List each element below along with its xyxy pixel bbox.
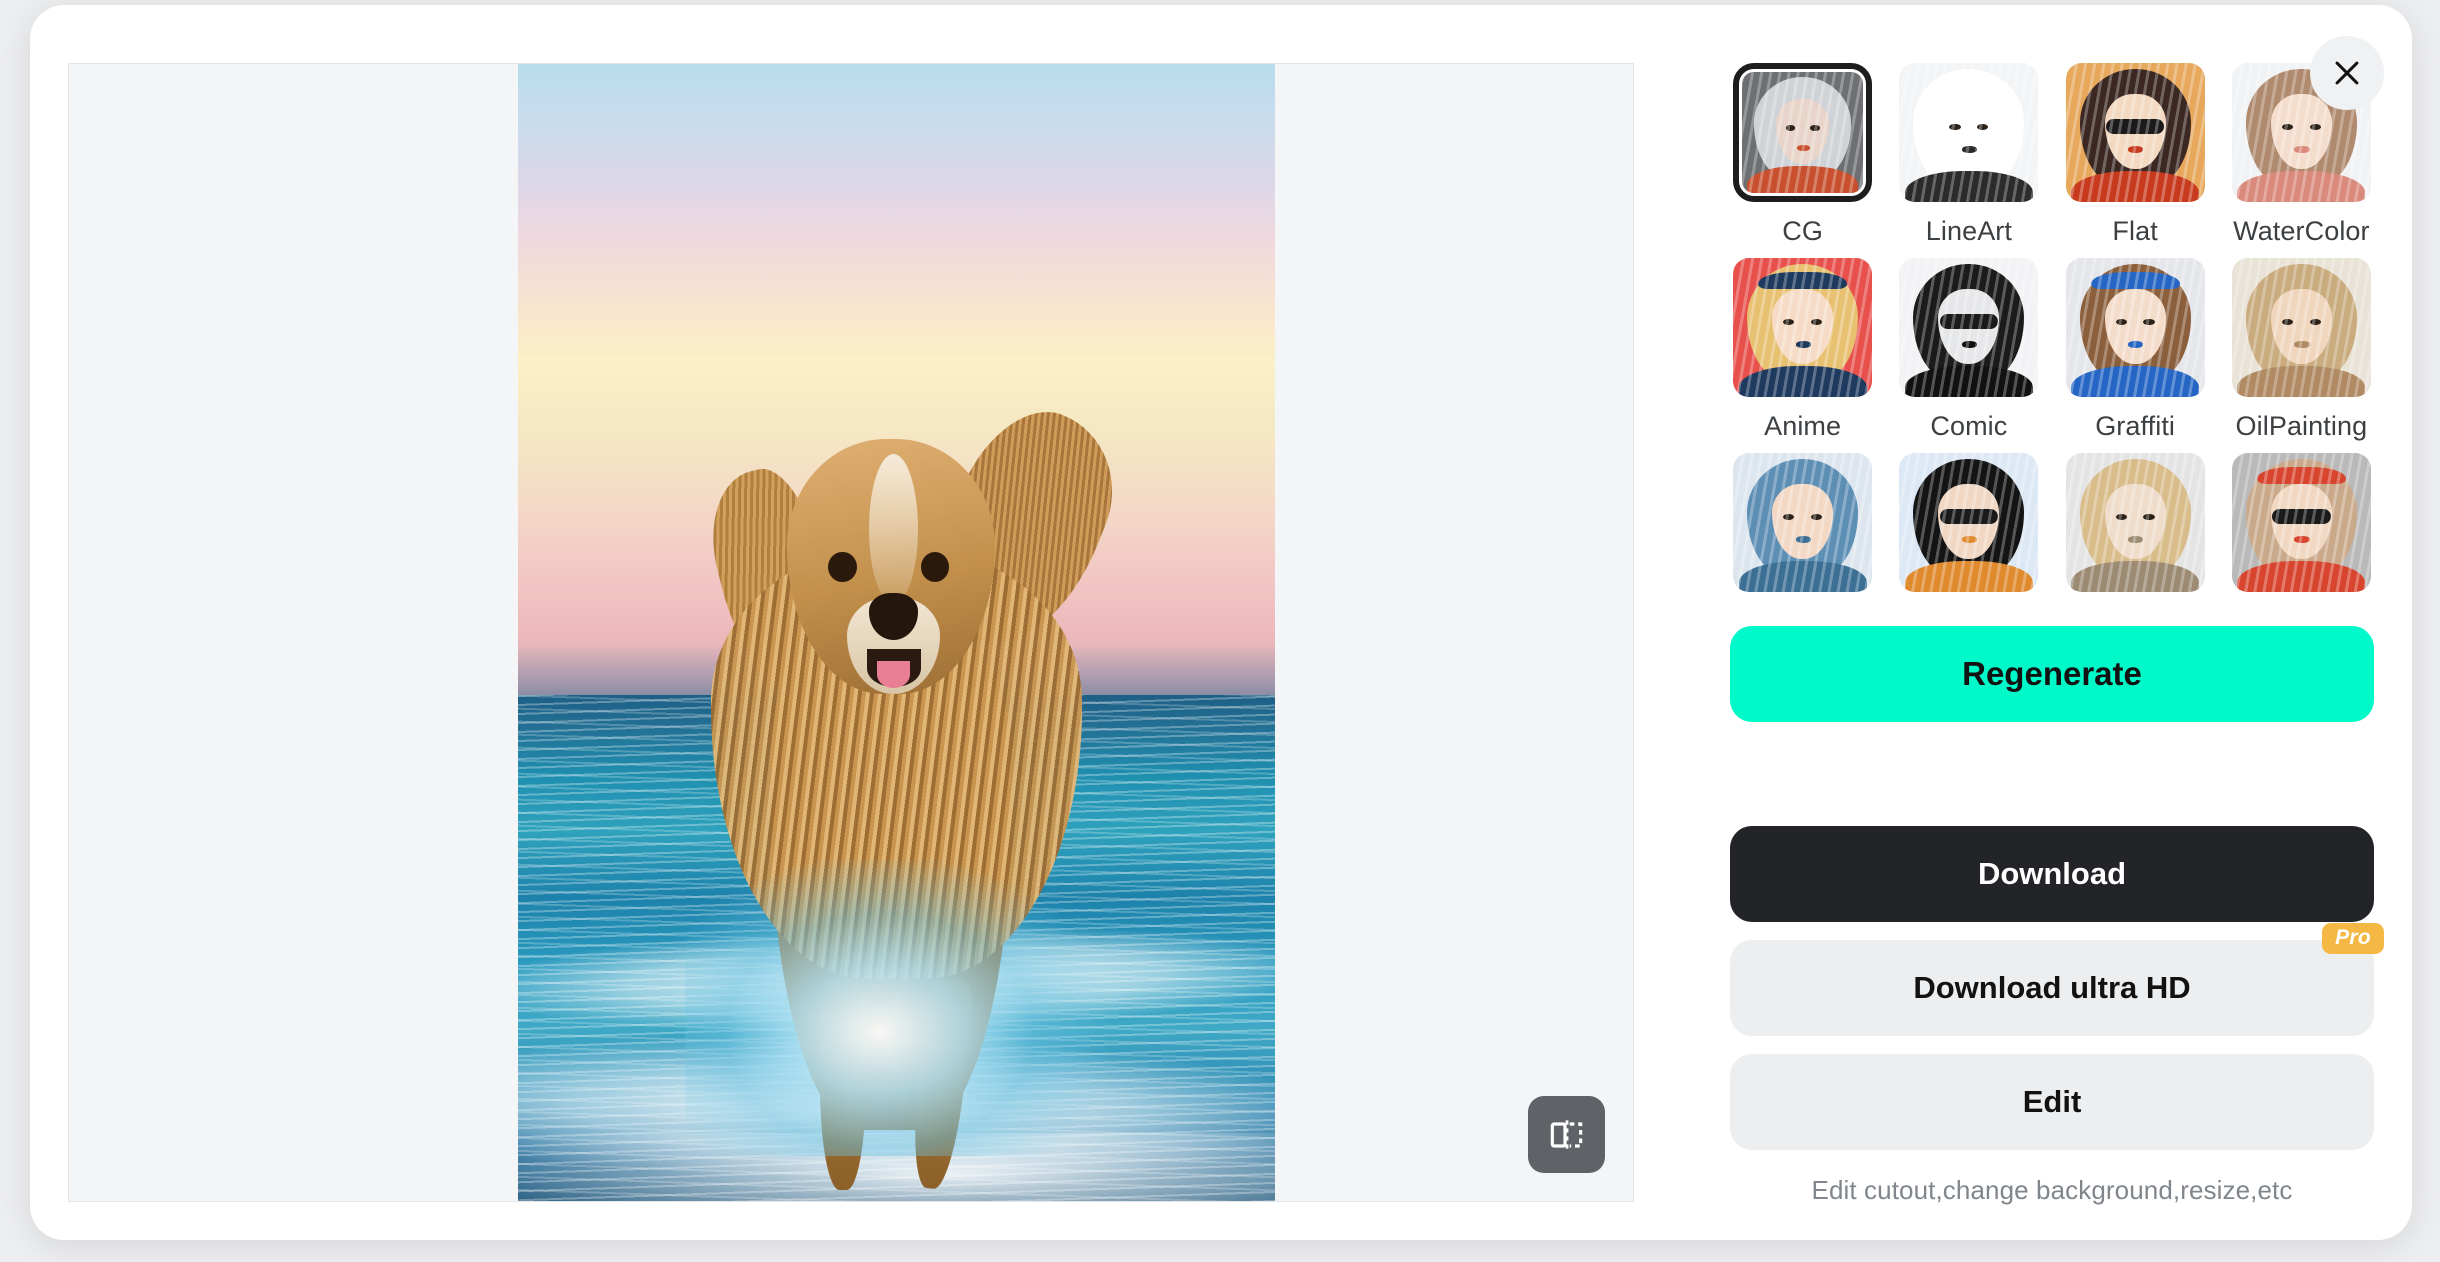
style-thumb-frame — [2065, 258, 2205, 397]
controls-panel: CG LineArt Flat WaterColor Anime Comic Graffit… — [1730, 63, 2384, 1205]
download-ultra-hd-label: Download ultra HD — [1913, 970, 2191, 1005]
style-option-lineart[interactable]: LineArt — [1896, 63, 2041, 247]
edit-helper-text: Edit cutout,change background,resize,etc — [1811, 1175, 2293, 1205]
style-thumb-image — [2065, 453, 2205, 592]
style-thumb-frame — [1733, 453, 1873, 592]
style-thumb-image — [2231, 258, 2371, 397]
style-thumb-image — [1742, 72, 1864, 193]
style-thumb-frame — [1733, 63, 1873, 202]
edit-button[interactable]: Edit — [1730, 1054, 2374, 1150]
style-thumb-frame — [1899, 453, 2039, 592]
style-picker[interactable]: CG LineArt Flat WaterColor Anime Comic Graffit… — [1730, 63, 2374, 603]
close-button[interactable] — [2310, 36, 2384, 110]
regenerate-button[interactable]: Regenerate — [1730, 626, 2374, 722]
style-option-label: Graffiti — [2095, 411, 2176, 441]
style-option-9[interactable] — [1896, 453, 2041, 592]
style-option-11[interactable] — [2229, 453, 2374, 592]
style-thumb-frame — [2231, 453, 2371, 592]
style-option-label: Flat — [2112, 216, 2158, 246]
style-thumb-image — [1733, 453, 1873, 592]
style-option-comic[interactable]: Comic — [1896, 258, 2041, 442]
preview-canvas — [68, 63, 1634, 1202]
style-option-label: Comic — [1930, 411, 2008, 441]
style-thumb-image — [1899, 63, 2039, 202]
style-option-10[interactable] — [2063, 453, 2208, 592]
style-thumb-frame — [2231, 258, 2371, 397]
style-option-anime[interactable]: Anime — [1730, 258, 1875, 442]
style-option-label: WaterColor — [2233, 216, 2370, 246]
style-thumb-frame — [2065, 63, 2205, 202]
style-thumb-frame — [1899, 63, 2039, 202]
style-option-graffiti[interactable]: Graffiti — [2063, 258, 2208, 442]
style-thumb-image — [2231, 453, 2371, 592]
style-thumb-frame — [2065, 453, 2205, 592]
style-option-label: CG — [1782, 216, 1823, 246]
compare-toggle-button[interactable] — [1528, 1096, 1605, 1173]
download-button[interactable]: Download — [1730, 826, 2374, 922]
style-option-flat[interactable]: Flat — [2063, 63, 2208, 247]
style-thumb-image — [1899, 453, 2039, 592]
style-option-label: Anime — [1764, 411, 1842, 441]
style-thumb-image — [1733, 258, 1873, 397]
style-grid: CG LineArt Flat WaterColor Anime Comic Graffit… — [1730, 63, 2374, 603]
style-thumb-image — [2065, 63, 2205, 202]
close-icon — [2335, 61, 2359, 85]
style-option-label: OilPainting — [2235, 411, 2368, 441]
style-option-label: LineArt — [1925, 216, 2012, 246]
style-thumb-frame — [1899, 258, 2039, 397]
pro-badge: Pro — [2322, 923, 2384, 954]
image-splash — [684, 859, 1109, 1156]
dog-tongue — [877, 660, 911, 688]
generated-image — [518, 64, 1275, 1201]
style-thumb-image — [2065, 258, 2205, 397]
dog-blaze — [869, 454, 919, 605]
style-thumb-frame — [1733, 258, 1873, 397]
dog-eye-right — [921, 551, 950, 582]
style-option-oilpainting[interactable]: OilPainting — [2229, 258, 2374, 442]
style-thumb-image — [1899, 258, 2039, 397]
download-ultra-hd-button[interactable]: Download ultra HD Pro — [1730, 923, 2384, 1036]
before-after-compare-icon — [1550, 1119, 1582, 1150]
dog-eye-left — [828, 551, 857, 582]
style-option-8[interactable] — [1730, 453, 1875, 592]
result-modal: CG LineArt Flat WaterColor Anime Comic Graffit… — [30, 5, 2412, 1240]
style-option-cg[interactable]: CG — [1730, 63, 1875, 247]
